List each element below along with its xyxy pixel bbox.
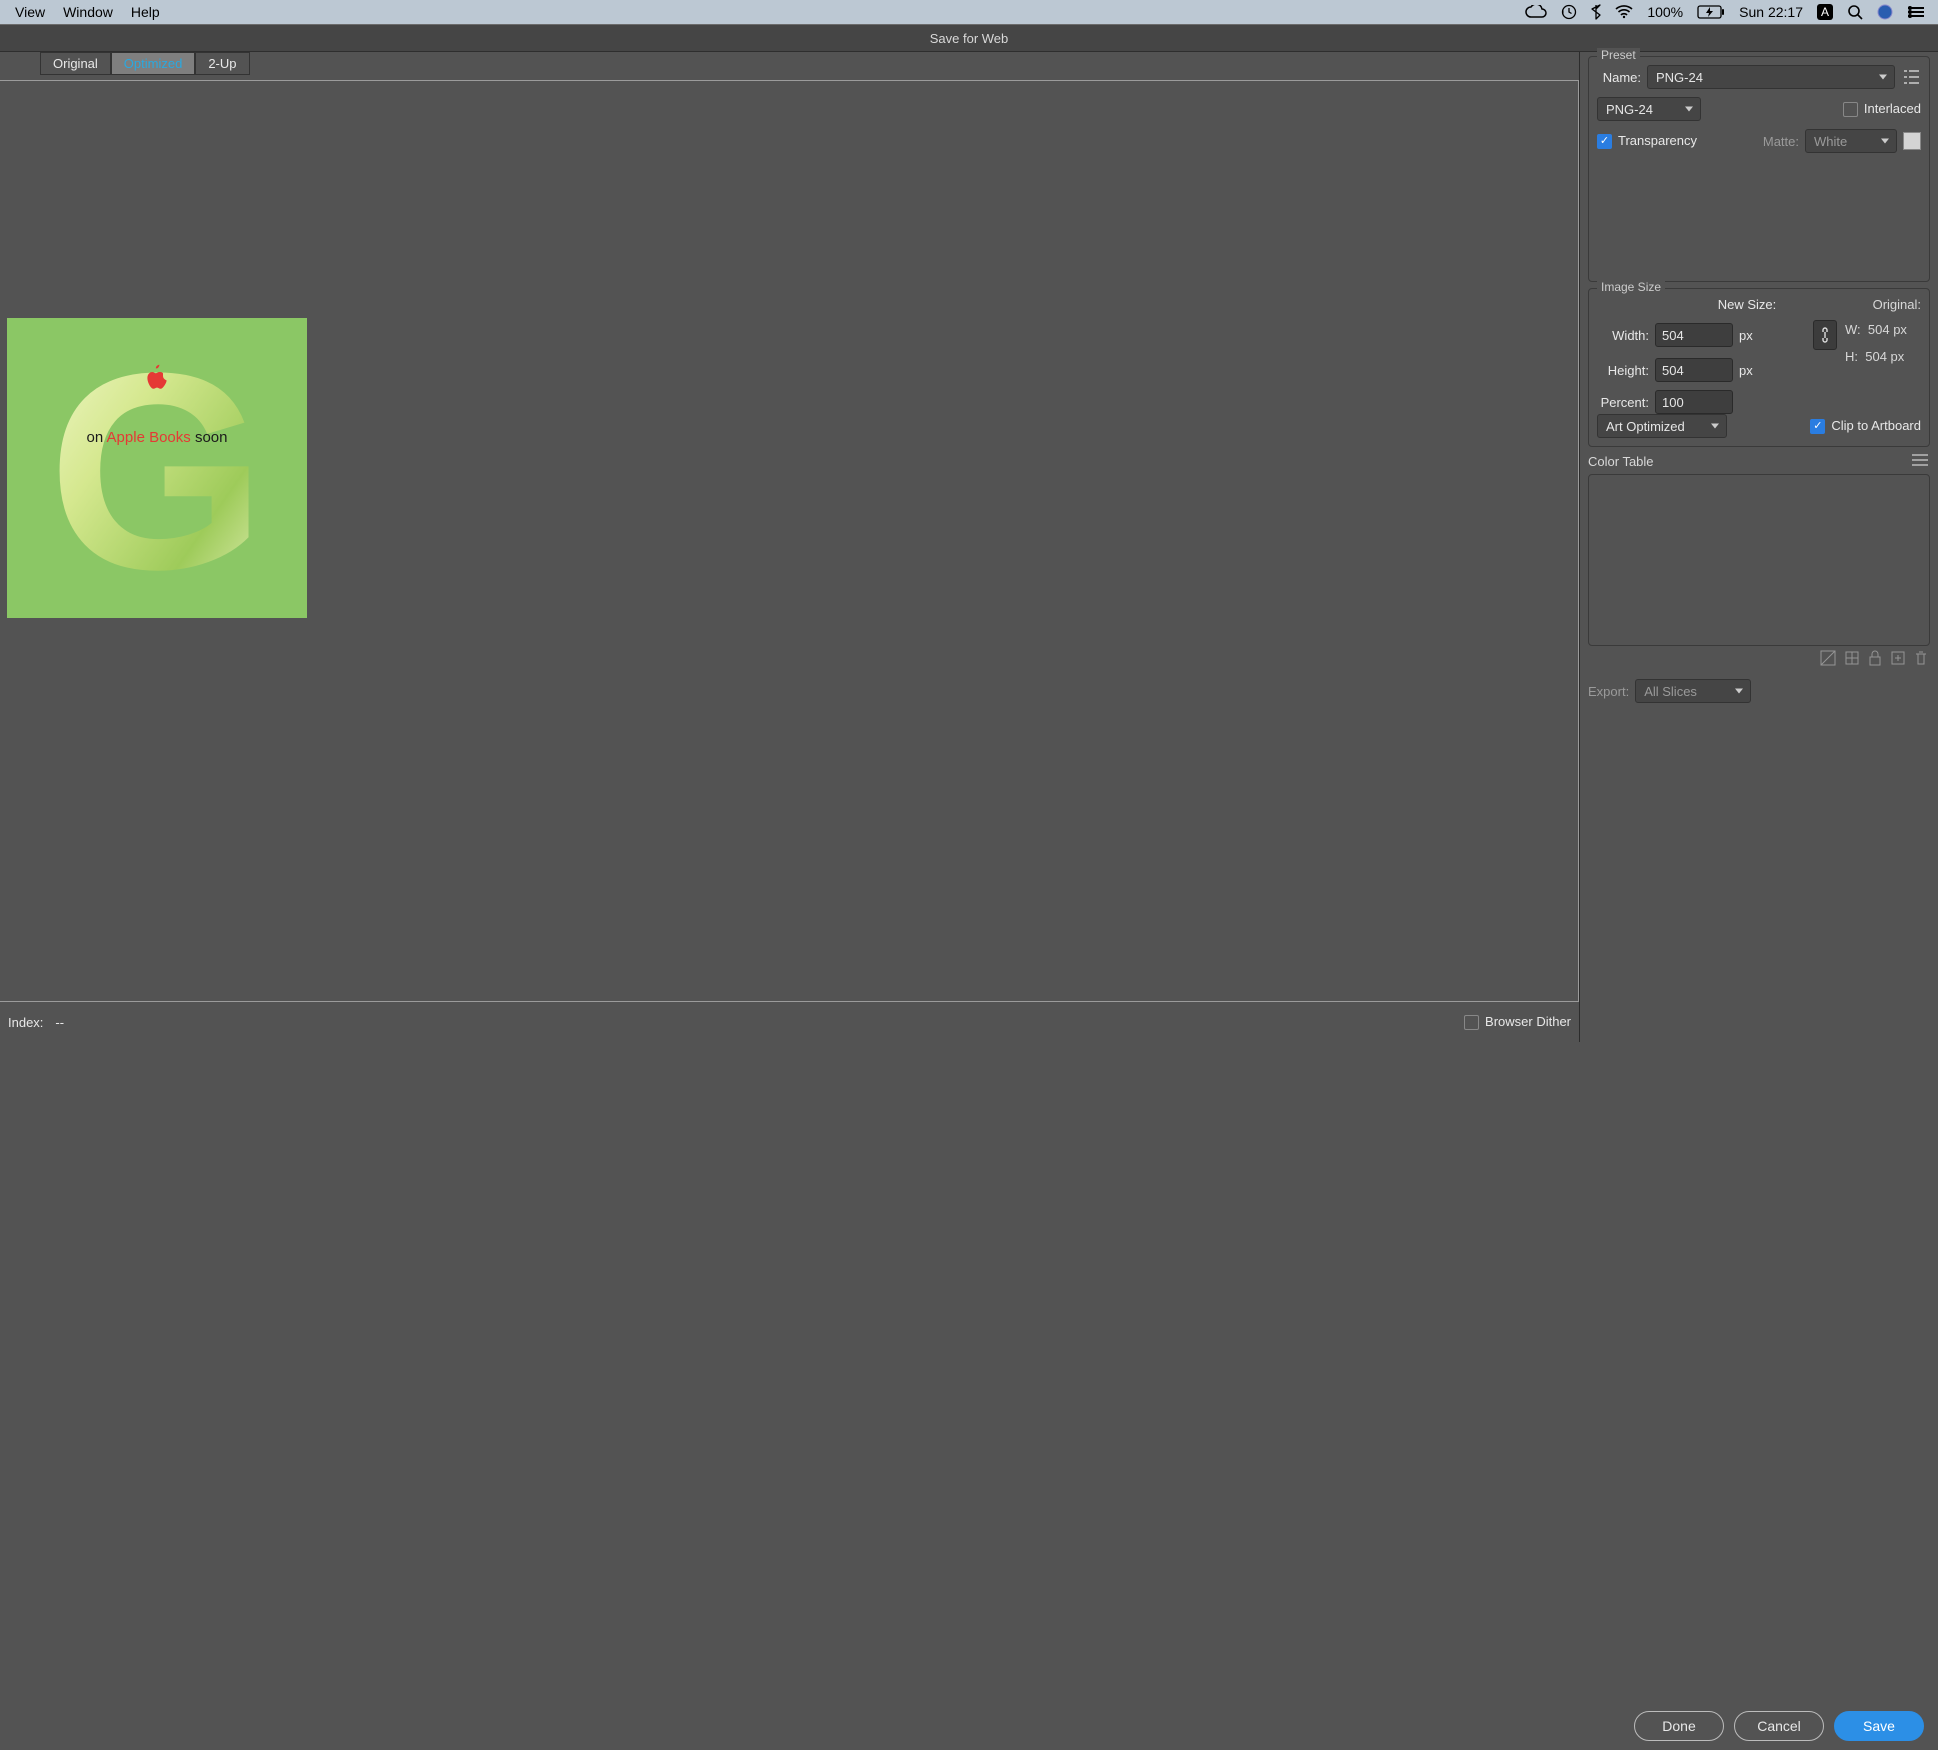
interlaced-checkbox[interactable]: [1843, 102, 1858, 117]
index-label: Index:: [8, 1015, 43, 1030]
color-table-menu-icon[interactable]: [1910, 453, 1930, 470]
tab-original[interactable]: Original: [40, 52, 111, 75]
svg-text:on Apple Books: on Apple Books soon: [87, 429, 228, 446]
transparency-control[interactable]: Transparency: [1597, 133, 1697, 149]
add-color-icon[interactable]: [1890, 650, 1906, 669]
bluetooth-icon[interactable]: [1584, 4, 1608, 20]
preset-group: Preset Name: PNG-24 PNG-24 Interlaced Tr…: [1588, 56, 1930, 282]
height-px-label: px: [1739, 363, 1753, 378]
clip-artboard-label: Clip to Artboard: [1831, 418, 1921, 433]
battery-icon[interactable]: [1690, 5, 1732, 19]
battery-percent: 100%: [1640, 4, 1690, 20]
image-size-group: Image Size New Size: Original: Width: 50…: [1588, 288, 1930, 447]
save-button[interactable]: Save: [1834, 1711, 1924, 1741]
matte-label: Matte:: [1763, 134, 1799, 149]
new-size-label: New Size:: [1655, 297, 1839, 312]
image-size-section-label: Image Size: [1597, 280, 1665, 294]
map-transparent-icon[interactable]: [1844, 650, 1860, 669]
delete-color-icon[interactable]: [1914, 650, 1928, 669]
browser-dither-control[interactable]: Browser Dither: [1464, 1014, 1571, 1030]
percent-label: Percent:: [1597, 395, 1649, 410]
preview-tabs: Original Optimized 2-Up: [0, 52, 1579, 74]
lock-color-icon[interactable]: [1868, 650, 1882, 669]
window-title: Save for Web: [0, 24, 1938, 52]
siri-icon[interactable]: [1870, 4, 1900, 20]
interlaced-label: Interlaced: [1864, 101, 1921, 116]
keyboard-indicator[interactable]: A: [1810, 4, 1840, 20]
orig-h-label: H:: [1845, 349, 1858, 364]
tab-optimized[interactable]: Optimized: [111, 52, 196, 75]
preview-canvas[interactable]: G on Apple Books soon: [0, 80, 1579, 1002]
constrain-proportions-icon[interactable]: [1813, 320, 1837, 350]
clip-artboard-checkbox[interactable]: [1810, 419, 1825, 434]
original-label: Original:: [1845, 297, 1921, 312]
export-select: All Slices: [1635, 679, 1751, 703]
menu-view[interactable]: View: [6, 4, 54, 20]
snap-webcolor-icon[interactable]: [1820, 650, 1836, 669]
transparency-checkbox[interactable]: [1597, 134, 1612, 149]
matte-select: White: [1805, 129, 1897, 153]
creative-cloud-icon[interactable]: [1518, 5, 1554, 19]
interlaced-control[interactable]: Interlaced: [1843, 101, 1921, 117]
timemachine-icon[interactable]: [1554, 4, 1584, 20]
preview-status: Index: -- Browser Dither: [0, 1002, 1579, 1042]
index-value: --: [55, 1015, 64, 1030]
clock[interactable]: Sun 22:17: [1732, 4, 1810, 20]
wifi-icon[interactable]: [1608, 5, 1640, 19]
percent-input[interactable]: 100: [1655, 390, 1733, 414]
transparency-label: Transparency: [1618, 133, 1697, 148]
resample-select[interactable]: Art Optimized: [1597, 414, 1727, 438]
export-label: Export:: [1588, 684, 1629, 699]
matte-swatch[interactable]: [1903, 132, 1921, 150]
orig-w-value: 504 px: [1868, 322, 1907, 337]
control-center-icon[interactable]: [1900, 5, 1932, 19]
height-label: Height:: [1597, 363, 1649, 378]
artboard: G on Apple Books soon: [7, 318, 307, 618]
menu-window[interactable]: Window: [54, 4, 122, 20]
color-table-tools: [1580, 650, 1928, 669]
width-px-label: px: [1739, 328, 1753, 343]
width-input[interactable]: 504: [1655, 323, 1733, 347]
orig-w-label: W:: [1845, 322, 1861, 337]
name-label: Name:: [1597, 70, 1641, 85]
browser-dither-checkbox[interactable]: [1464, 1015, 1479, 1030]
preset-section-label: Preset: [1597, 48, 1640, 62]
width-label: Width:: [1597, 328, 1649, 343]
color-table-label: Color Table: [1588, 454, 1654, 469]
svg-text:G: G: [48, 318, 266, 618]
spotlight-icon[interactable]: [1840, 4, 1870, 20]
format-select[interactable]: PNG-24: [1597, 97, 1701, 121]
menu-help[interactable]: Help: [122, 4, 169, 20]
browser-dither-label: Browser Dither: [1485, 1014, 1571, 1029]
macos-menubar: View Window Help 100% Sun 22:17 A: [0, 0, 1938, 24]
tab-2up[interactable]: 2-Up: [195, 52, 249, 75]
cancel-button[interactable]: Cancel: [1734, 1711, 1824, 1741]
height-input[interactable]: 504: [1655, 358, 1733, 382]
preset-menu-icon[interactable]: [1901, 68, 1921, 86]
color-table: [1588, 474, 1930, 646]
preset-name-select[interactable]: PNG-24: [1647, 65, 1895, 89]
clip-artboard-control[interactable]: Clip to Artboard: [1810, 418, 1921, 434]
orig-h-value: 504 px: [1865, 349, 1904, 364]
dialog-footer: Done Cancel Save: [1580, 1702, 1938, 1750]
done-button[interactable]: Done: [1634, 1711, 1724, 1741]
